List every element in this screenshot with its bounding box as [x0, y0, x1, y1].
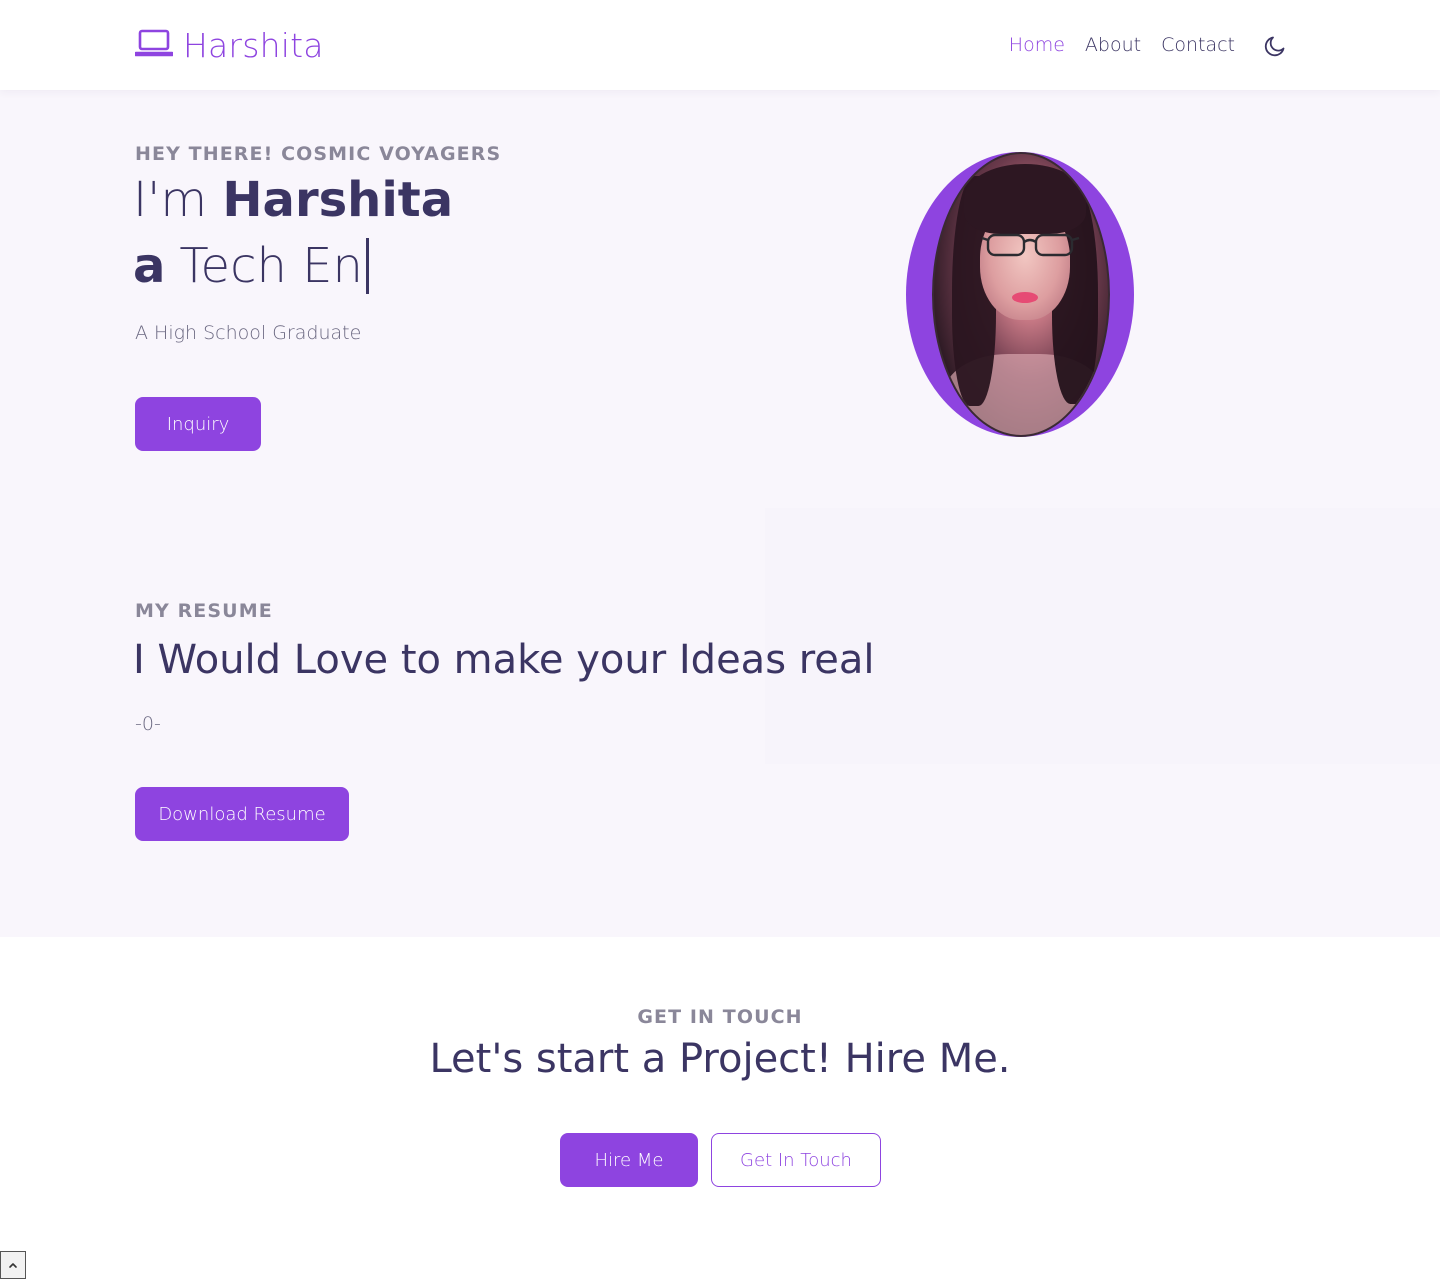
hero-greeting: I'm	[133, 172, 208, 228]
hero-name: Harshita	[222, 172, 454, 228]
hero-article: a	[133, 238, 166, 294]
hero-typed-line: a Tech En	[133, 238, 369, 294]
chevron-up-icon	[7, 1256, 19, 1275]
resume-eyebrow: My Resume	[135, 600, 273, 622]
hero-heading: I'm Harshita	[133, 172, 453, 228]
back-to-top-button[interactable]	[0, 1251, 26, 1279]
moon-icon[interactable]	[1262, 33, 1288, 59]
resume-title: I Would Love to make your Ideas real	[133, 637, 875, 683]
typing-caret	[365, 238, 369, 294]
resume-image-panel	[765, 508, 1440, 764]
hero-subtitle: A High School Graduate	[135, 322, 362, 344]
nav-menu: Home About Contact	[1009, 30, 1235, 60]
brand-name: Harshita	[183, 25, 324, 65]
nav-item-home[interactable]: Home	[1009, 34, 1065, 56]
resume-subtitle: -0-	[135, 713, 161, 735]
download-resume-button[interactable]: Download Resume	[135, 787, 349, 841]
hero-typed-text: Tech En	[179, 238, 363, 294]
inquiry-button[interactable]: Inquiry	[135, 397, 261, 451]
navbar: Harshita Home About Contact	[0, 0, 1440, 90]
nav-item-contact[interactable]: Contact	[1161, 34, 1235, 56]
laptop-icon	[134, 28, 174, 62]
contact-title: Let's start a Project! Hire Me.	[429, 1036, 1011, 1082]
nav-item-about[interactable]: About	[1085, 34, 1141, 56]
profile-portrait	[906, 152, 1134, 437]
hire-me-button[interactable]: Hire Me	[560, 1133, 698, 1187]
brand-link[interactable]: Harshita	[134, 22, 324, 68]
portrait-photo	[932, 152, 1110, 437]
contact-eyebrow: Get In Touch	[637, 1006, 803, 1028]
hero-eyebrow: Hey There! Cosmic Voyagers	[135, 143, 502, 165]
get-in-touch-button[interactable]: Get In Touch	[711, 1133, 881, 1187]
